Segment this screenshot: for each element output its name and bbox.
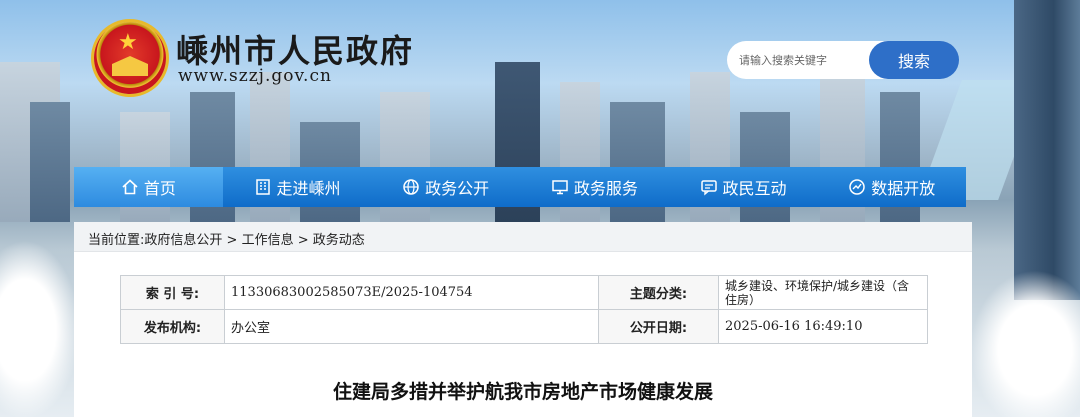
cloud <box>970 270 1080 417</box>
nav-label: 政民互动 <box>722 179 787 198</box>
publisher-value: 办公室 <box>224 309 599 344</box>
publisher-label: 发布机构: <box>120 309 225 344</box>
breadcrumb-link-gov-news[interactable]: 政务动态 <box>313 233 365 248</box>
chat-icon <box>700 178 718 196</box>
nav-item-interaction[interactable]: 政民互动 <box>669 167 818 207</box>
nav-label: 政务公开 <box>425 179 490 198</box>
article-title: 住建局多措并举护航我市房地产市场健康发展 <box>332 381 713 403</box>
breadcrumb-link-work-info[interactable]: 工作信息 <box>242 233 294 248</box>
document-meta-table: 索 引 号: 11330683002585073E/2025-104754 主题… <box>120 275 928 344</box>
topic-label: 主题分类: <box>598 275 719 310</box>
site-url: www.szzj.gov.cn <box>178 66 332 86</box>
breadcrumb: 当前位置:政府信息公开 > 工作信息 > 政务动态 <box>88 229 365 248</box>
nav-label: 政务服务 <box>573 179 638 198</box>
nav-item-services[interactable]: 政务服务 <box>520 167 669 207</box>
topic-value: 城乡建设、环境保护/城乡建设（含住房） <box>718 275 928 310</box>
skyline-building <box>30 102 70 222</box>
publish-date-value: 2025-06-16 16:49:10 <box>718 309 928 344</box>
content-panel: 当前位置:政府信息公开 > 工作信息 > 政务动态 索 引 号: 1133068… <box>74 222 972 417</box>
table-row: 索 引 号: 11330683002585073E/2025-104754 主题… <box>120 275 928 310</box>
search-button[interactable]: 搜索 <box>869 41 959 79</box>
cloud <box>0 240 80 417</box>
nav-item-home[interactable]: 首页 <box>74 167 223 207</box>
nav-label: 首页 <box>143 179 176 198</box>
tiananmen-icon <box>112 56 148 76</box>
breadcrumb-link-info-disclosure[interactable]: 政府信息公开 <box>144 233 222 248</box>
nav-item-open-data[interactable]: 数据开放 <box>817 167 966 207</box>
search-box: 搜索 <box>727 41 959 79</box>
breadcrumb-bar: 当前位置:政府信息公开 > 工作信息 > 政务动态 <box>74 222 972 252</box>
monitor-icon <box>551 178 569 196</box>
nav-item-gov-info[interactable]: 政务公开 <box>371 167 520 207</box>
breadcrumb-separator: > <box>226 233 238 248</box>
index-number-label: 索 引 号: <box>120 275 225 310</box>
breadcrumb-prefix: 当前位置: <box>88 233 145 248</box>
globe-icon <box>402 178 420 196</box>
skyscraper <box>1014 0 1080 300</box>
star-icon: ★ <box>118 30 138 55</box>
main-nav: 首页 走进嵊州 政务公开 政务服务 政民互动 数据开放 <box>74 167 966 207</box>
national-emblem-logo[interactable]: ★ <box>94 22 166 94</box>
home-icon <box>121 178 139 196</box>
nav-item-about[interactable]: 走进嵊州 <box>223 167 372 207</box>
publish-date-label: 公开日期: <box>598 309 719 344</box>
nav-label: 数据开放 <box>871 179 936 198</box>
nav-label: 走进嵊州 <box>276 179 341 198</box>
database-icon <box>848 178 866 196</box>
breadcrumb-separator: > <box>297 233 309 248</box>
index-number-value: 11330683002585073E/2025-104754 <box>224 275 599 310</box>
building-icon <box>254 178 272 196</box>
table-row: 发布机构: 办公室 公开日期: 2025-06-16 16:49:10 <box>120 309 928 344</box>
